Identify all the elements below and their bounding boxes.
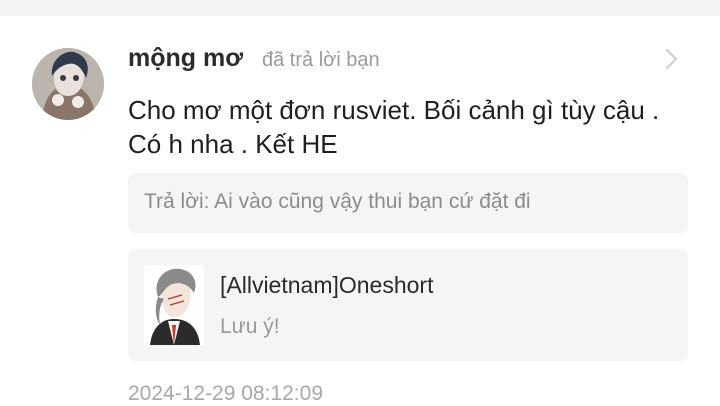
story-cover-image <box>144 265 204 345</box>
top-divider <box>0 0 720 16</box>
story-title: [Allvietnam]Oneshort <box>220 272 434 298</box>
story-subtitle: Lưu ý! <box>220 315 280 338</box>
timestamp: 2024-12-29 08:12:09 <box>128 382 323 405</box>
quoted-reply[interactable]: Trả lời: Ai vào cũng vậy thui bạn cứ đặt… <box>128 173 688 233</box>
avatar-image <box>32 48 104 120</box>
quoted-reply-text: Trả lời: Ai vào cũng vậy thui bạn cứ đặt… <box>144 190 531 213</box>
chevron-right-icon[interactable] <box>662 46 682 72</box>
user-avatar[interactable] <box>32 48 104 120</box>
reply-action-text: đã trả lời bạn <box>262 49 380 71</box>
story-card[interactable]: [Allvietnam]Oneshort Lưu ý! <box>128 249 688 361</box>
comment-message: Cho mơ một đơn rusviet. Bối cảnh gì tùy … <box>128 95 660 159</box>
username[interactable]: mộng mơ <box>128 44 243 73</box>
